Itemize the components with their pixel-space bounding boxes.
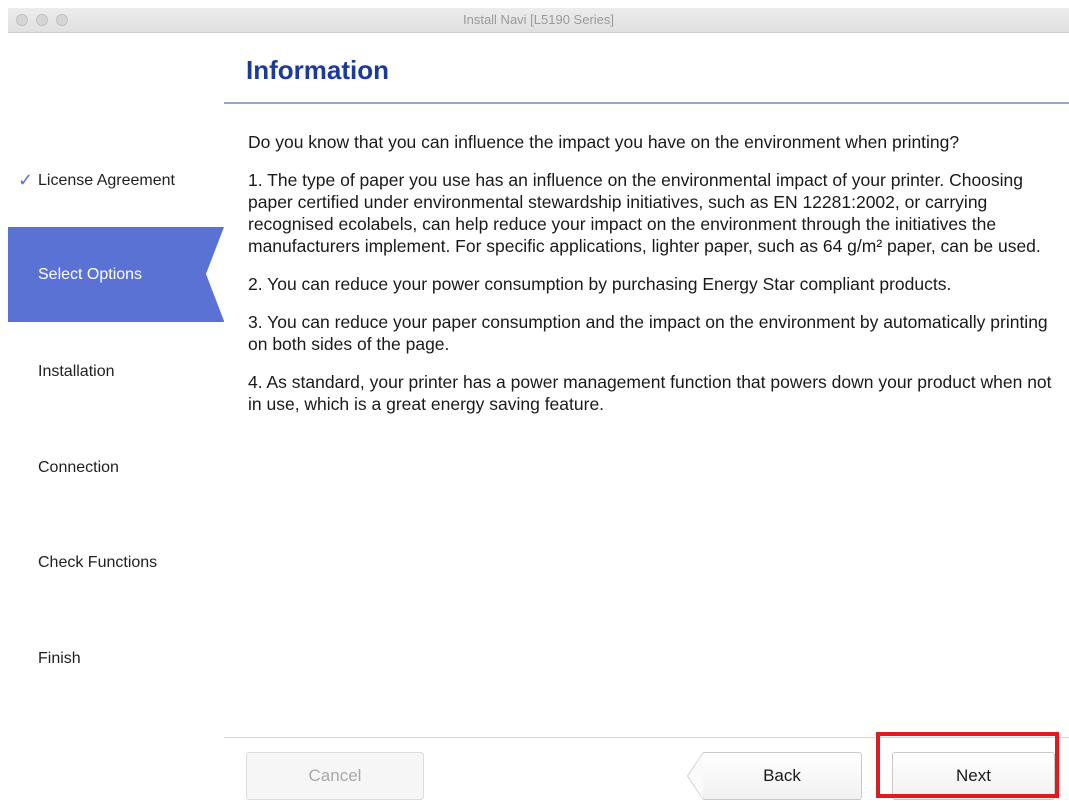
tip-paragraph-1: 1. The type of paper you use has an infl… bbox=[248, 170, 1041, 256]
sidebar-item-check-functions: Check Functions bbox=[8, 515, 224, 610]
checkmark-icon: ✓ bbox=[18, 170, 34, 190]
tip-paragraph-3: 3. You can reduce your paper consumption… bbox=[248, 312, 1048, 354]
tip-paragraph-2: 2. You can reduce your power consumption… bbox=[248, 274, 952, 294]
sidebar-item-label: License Agreement bbox=[38, 171, 175, 189]
back-button[interactable]: Back bbox=[687, 752, 862, 800]
back-arrow-icon bbox=[687, 752, 703, 800]
intro-paragraph: Do you know that you can influence the i… bbox=[248, 132, 960, 152]
sidebar-item-label: Connection bbox=[38, 458, 119, 476]
sidebar-item-finish: Finish bbox=[8, 611, 224, 706]
sidebar-item-label: Finish bbox=[38, 649, 81, 667]
next-button[interactable]: Next bbox=[892, 752, 1055, 800]
sidebar-item-installation: Installation bbox=[8, 324, 224, 419]
sidebar-item-connection: Connection bbox=[8, 420, 224, 515]
sidebar-item-label: Installation bbox=[38, 362, 115, 380]
main-panel: Information Do you know that you can inf… bbox=[224, 33, 1069, 803]
footer-divider bbox=[224, 737, 1069, 738]
sidebar-item-label: Check Functions bbox=[38, 553, 158, 571]
sidebar-item-select-options: Select Options bbox=[8, 227, 224, 322]
window-title: Install Navi [L5190 Series] bbox=[462, 12, 615, 27]
heading-divider bbox=[224, 102, 1069, 104]
cancel-button[interactable]: Cancel bbox=[246, 752, 424, 800]
page-title: Information bbox=[246, 55, 389, 85]
sidebar-item-label: Select Options bbox=[38, 265, 143, 283]
installer-window: Install Navi [L5190 Series] ✓ License Ag… bbox=[8, 8, 1069, 803]
steps-sidebar: ✓ License Agreement Select Options Insta… bbox=[8, 33, 224, 803]
information-text: Do you know that you can influence the i… bbox=[248, 131, 1063, 431]
sidebar-item-license-agreement: ✓ License Agreement bbox=[8, 133, 224, 228]
title-bar: Install Navi [L5190 Series] bbox=[8, 8, 1069, 33]
back-button-label: Back bbox=[763, 766, 801, 785]
tip-paragraph-4: 4. As standard, your printer has a power… bbox=[248, 372, 1052, 414]
